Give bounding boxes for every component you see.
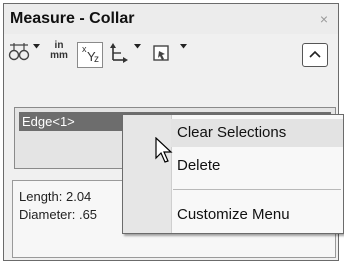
xyz-x-label: x	[82, 44, 87, 54]
history-view-icon[interactable]	[151, 42, 173, 68]
menu-item-label: Customize Menu	[177, 206, 290, 223]
arc-center-icon[interactable]	[8, 42, 30, 68]
menu-item-customize-menu[interactable]: Customize Menu	[171, 201, 343, 229]
close-icon[interactable]: ×	[320, 11, 328, 27]
context-menu: Clear Selections Delete Customize Menu	[122, 114, 344, 234]
projection-axes-icon[interactable]	[108, 42, 130, 68]
menu-item-delete[interactable]: Delete	[171, 152, 343, 180]
units-bottom-label: mm	[50, 50, 68, 61]
units-icon[interactable]: in mm	[46, 41, 72, 67]
menu-separator	[173, 189, 341, 190]
menu-item-label: Delete	[177, 157, 221, 174]
xyz-coordinate-button[interactable]: x Y z	[77, 42, 103, 68]
menu-item-clear-selections[interactable]: Clear Selections	[171, 119, 343, 147]
measure-toolbar: in mm x Y z	[4, 36, 338, 72]
length-result: Length: 2.04	[19, 189, 92, 204]
diameter-result: Diameter: .65	[19, 207, 98, 222]
collapse-button[interactable]	[302, 43, 328, 67]
menu-icon-gutter	[123, 115, 172, 233]
projection-dropdown-icon[interactable]	[134, 44, 141, 49]
panel-titlebar: Measure - Collar ×	[4, 4, 338, 34]
menu-item-label: Clear Selections	[177, 124, 287, 141]
panel-title: Measure - Collar	[10, 10, 135, 27]
collapse-icon	[309, 50, 321, 58]
history-dropdown-icon[interactable]	[180, 44, 187, 49]
arc-center-dropdown-icon[interactable]	[33, 44, 40, 49]
mouse-cursor-icon	[155, 137, 173, 163]
xyz-z-label: z	[94, 54, 99, 65]
